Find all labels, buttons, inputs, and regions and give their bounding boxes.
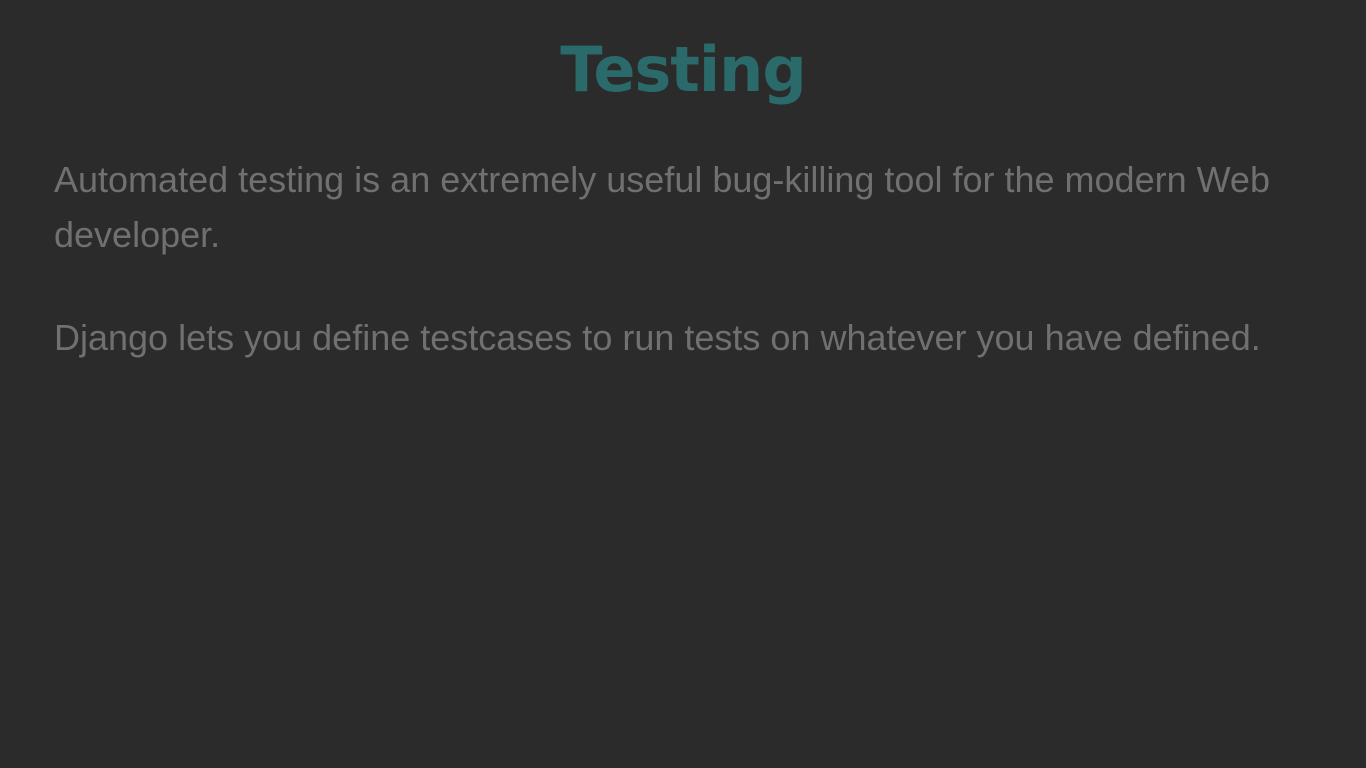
slide-paragraph-1: Automated testing is an extremely useful… xyxy=(54,159,1270,255)
slide-title: Testing xyxy=(560,33,806,106)
slide-paragraph-2: Django lets you define testcases to run … xyxy=(54,317,1261,358)
slide-body: Automated testing is an extremely useful… xyxy=(54,152,1312,365)
slide: Testing Automated testing is an extremel… xyxy=(0,0,1366,768)
